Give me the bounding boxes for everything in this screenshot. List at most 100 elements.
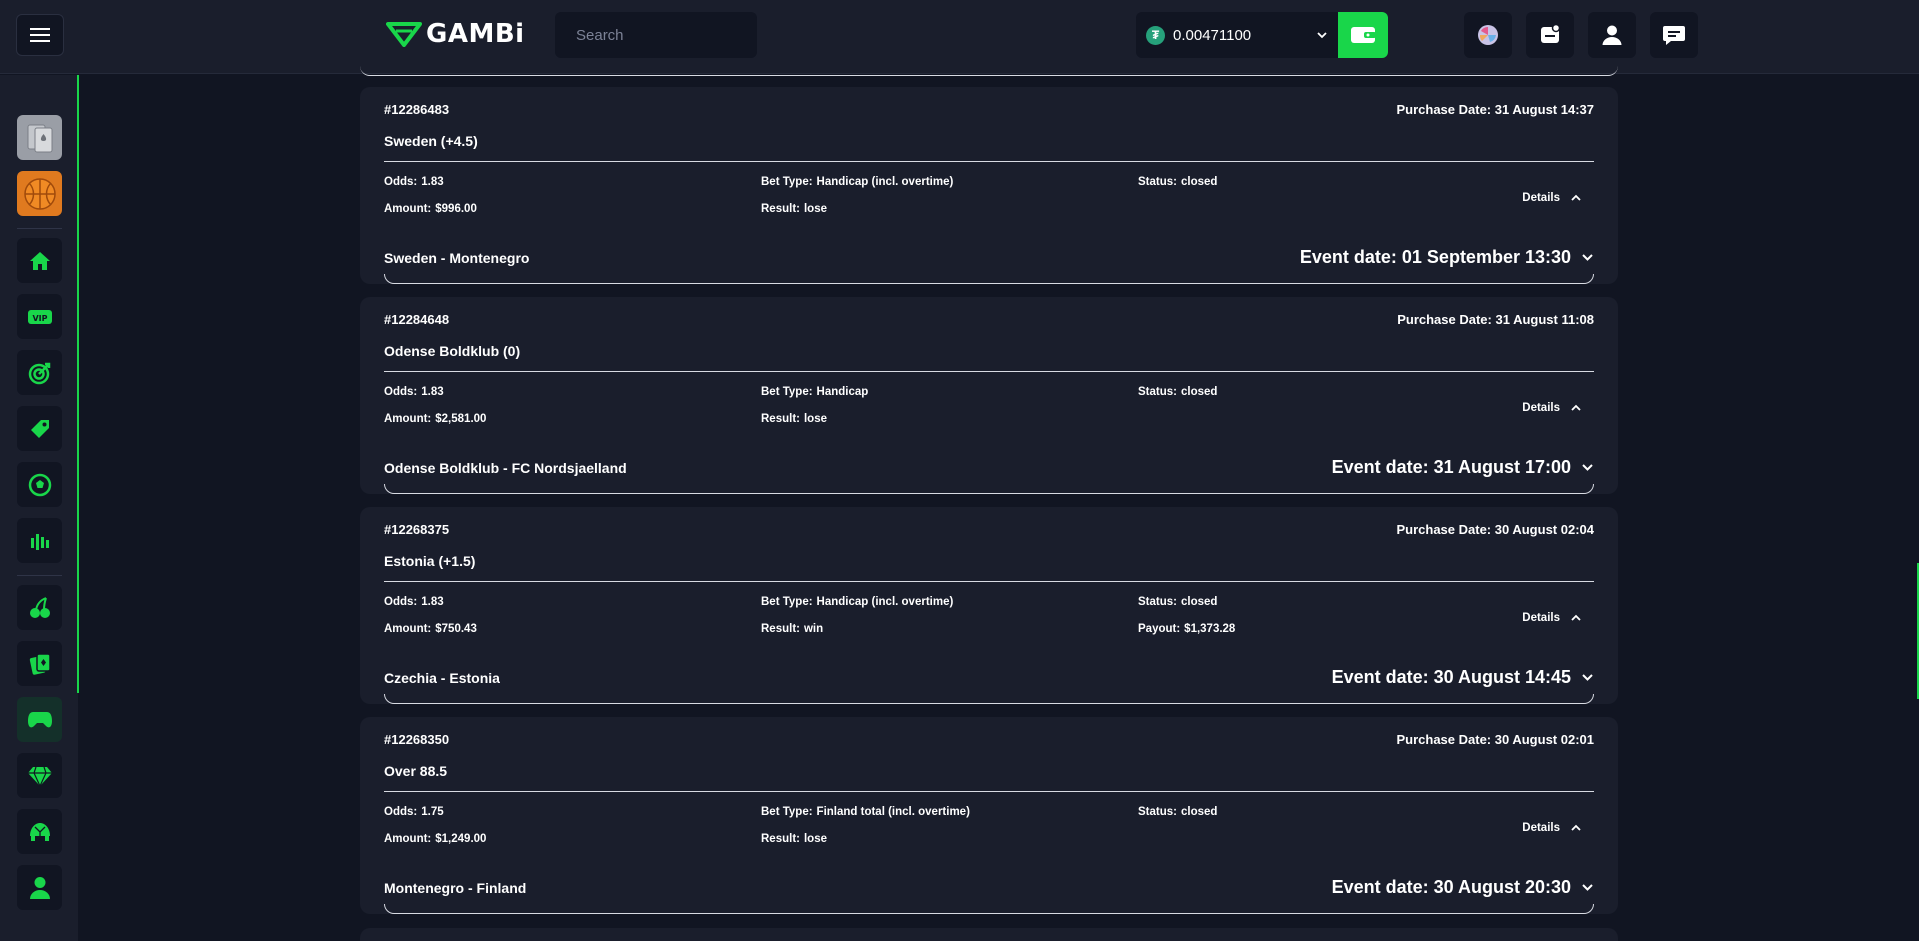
- card-divider: [384, 581, 1594, 582]
- sidebar-item-sports[interactable]: [17, 462, 62, 507]
- event-date: Event date: 30 August 20:30: [1331, 877, 1571, 897]
- chevron-down-icon: [1582, 674, 1593, 681]
- purchase-date: Purchase Date: 31 August 14:37: [1396, 102, 1594, 117]
- details-toggle[interactable]: Details: [1522, 192, 1582, 204]
- wallet-button[interactable]: [1338, 12, 1388, 58]
- sidebar-item-table-games[interactable]: [17, 641, 62, 686]
- top-header: GAMBi ₮ 0.00471100: [0, 0, 1919, 74]
- event-date: Event date: 30 August 14:45: [1331, 667, 1571, 687]
- logo[interactable]: GAMBi: [386, 19, 525, 49]
- tag-icon: [30, 419, 49, 438]
- sidebar-item-basketball[interactable]: [17, 171, 62, 216]
- chat-button[interactable]: [1650, 12, 1698, 58]
- search-input[interactable]: [576, 26, 775, 44]
- match-name: Odense Boldklub - FC Nordsjaelland: [384, 460, 627, 476]
- previous-bet-card-fragment: [360, 66, 1618, 76]
- chevron-down-icon: [1582, 884, 1593, 891]
- profile-button[interactable]: [1588, 12, 1636, 58]
- bet-card: #12286483 Purchase Date: 31 August 14:37…: [360, 87, 1618, 284]
- details-toggle[interactable]: Details: [1522, 402, 1582, 414]
- sidebar-item-target[interactable]: [17, 350, 62, 395]
- sidebar-item-slots[interactable]: [17, 585, 62, 630]
- cherries-icon: [29, 596, 50, 618]
- hamburger-icon: [30, 28, 50, 42]
- soccer-ball-icon: [28, 473, 51, 496]
- bet-type-field: Bet Type: Finland total (incl. overtime): [761, 806, 970, 818]
- event-date-toggle[interactable]: Event date: 01 September 13:30: [1300, 247, 1594, 268]
- card-bottom-border: [384, 484, 1594, 494]
- sidebar-item-vip[interactable]: VIP: [17, 294, 62, 339]
- sidebar-item-trading[interactable]: [17, 518, 62, 563]
- event-date-toggle[interactable]: Event date: 31 August 17:00: [1332, 457, 1594, 478]
- sidebar-item-diamond[interactable]: [17, 753, 62, 798]
- vip-icon: VIP: [27, 309, 52, 324]
- sidebar-divider: [17, 575, 62, 576]
- status-field: Status: closed: [1138, 386, 1218, 398]
- purchase-date: Purchase Date: 30 August 02:01: [1396, 732, 1594, 747]
- chevron-down-icon: [1317, 32, 1327, 39]
- details-toggle[interactable]: Details: [1522, 612, 1582, 624]
- sidebar-item-games[interactable]: [17, 697, 62, 742]
- result-field: Result: win: [761, 623, 824, 635]
- hamburger-menu-button[interactable]: [16, 14, 64, 56]
- sidebar-scroll-indicator: [77, 75, 79, 693]
- bet-card: #12284648 Purchase Date: 31 August 11:08…: [360, 297, 1618, 494]
- odds-field: Odds: 1.83: [384, 176, 444, 188]
- card-divider: [384, 161, 1594, 162]
- event-date-toggle[interactable]: Event date: 30 August 14:45: [1332, 667, 1594, 688]
- chevron-up-icon: [1571, 194, 1581, 201]
- sidebar-item-home[interactable]: [17, 238, 62, 283]
- bet-selection: Estonia (+1.5): [384, 553, 476, 569]
- odds-field: Odds: 1.75: [384, 806, 444, 818]
- bet-card: #12268375 Purchase Date: 30 August 02:04…: [360, 507, 1618, 704]
- cards-icon: [27, 124, 52, 152]
- bet-id: #12268375: [384, 522, 450, 537]
- sidebar-item-promotions[interactable]: [17, 406, 62, 451]
- purchase-date: Purchase Date: 31 August 11:08: [1397, 312, 1594, 327]
- globe-icon: [1478, 25, 1498, 45]
- bet-selection: Over 88.5: [384, 763, 448, 779]
- details-toggle[interactable]: Details: [1522, 822, 1582, 834]
- amount-field: Amount: $2,581.00: [384, 413, 487, 425]
- match-name: Montenegro - Finland: [384, 880, 527, 896]
- diamond-icon: [27, 766, 52, 787]
- logo-gem-icon: [386, 22, 422, 47]
- turtle-icon: [29, 822, 50, 841]
- result-field: Result: lose: [761, 413, 827, 425]
- card-bottom-border: [384, 694, 1594, 704]
- card-divider: [384, 791, 1594, 792]
- sidebar-item-cards[interactable]: [17, 115, 62, 160]
- chevron-up-icon: [1571, 614, 1581, 621]
- bet-id: #12284648: [384, 312, 450, 327]
- status-field: Status: closed: [1138, 176, 1218, 188]
- odds-field: Odds: 1.83: [384, 596, 444, 608]
- event-date-toggle[interactable]: Event date: 30 August 20:30: [1332, 877, 1594, 898]
- balance-selector[interactable]: ₮ 0.00471100: [1136, 12, 1338, 58]
- svg-text:VIP: VIP: [32, 314, 47, 323]
- bet-type-field: Bet Type: Handicap (incl. overtime): [761, 176, 954, 188]
- status-field: Status: closed: [1138, 806, 1218, 818]
- sidebar-item-turtle[interactable]: [17, 809, 62, 854]
- odds-field: Odds: 1.83: [384, 386, 444, 398]
- search-box[interactable]: [555, 12, 775, 58]
- balance-value: 0.00471100: [1173, 26, 1252, 44]
- bet-selection: Sweden (+4.5): [384, 133, 478, 149]
- tether-icon: ₮: [1146, 25, 1165, 45]
- event-date: Event date: 01 September 13:30: [1299, 247, 1571, 267]
- sidebar-item-account[interactable]: [17, 865, 62, 910]
- amount-field: Amount: $996.00: [384, 203, 477, 215]
- notifications-button[interactable]: [1526, 12, 1574, 58]
- payout-field: Payout: $1,373.28: [1138, 623, 1236, 635]
- language-button[interactable]: [1464, 12, 1512, 58]
- match-name: Czechia - Estonia: [384, 670, 500, 686]
- notification-icon: [1541, 24, 1561, 43]
- purchase-date: Purchase Date: 30 August 02:04: [1396, 522, 1594, 537]
- next-bet-card-fragment: [360, 928, 1618, 941]
- basketball-icon: [23, 177, 56, 210]
- playing-card-icon: [29, 652, 51, 675]
- home-icon: [29, 251, 50, 270]
- match-name: Sweden - Montenegro: [384, 250, 530, 266]
- card-bottom-border: [384, 274, 1594, 284]
- event-date: Event date: 31 August 17:00: [1331, 457, 1571, 477]
- chevron-up-icon: [1571, 824, 1581, 831]
